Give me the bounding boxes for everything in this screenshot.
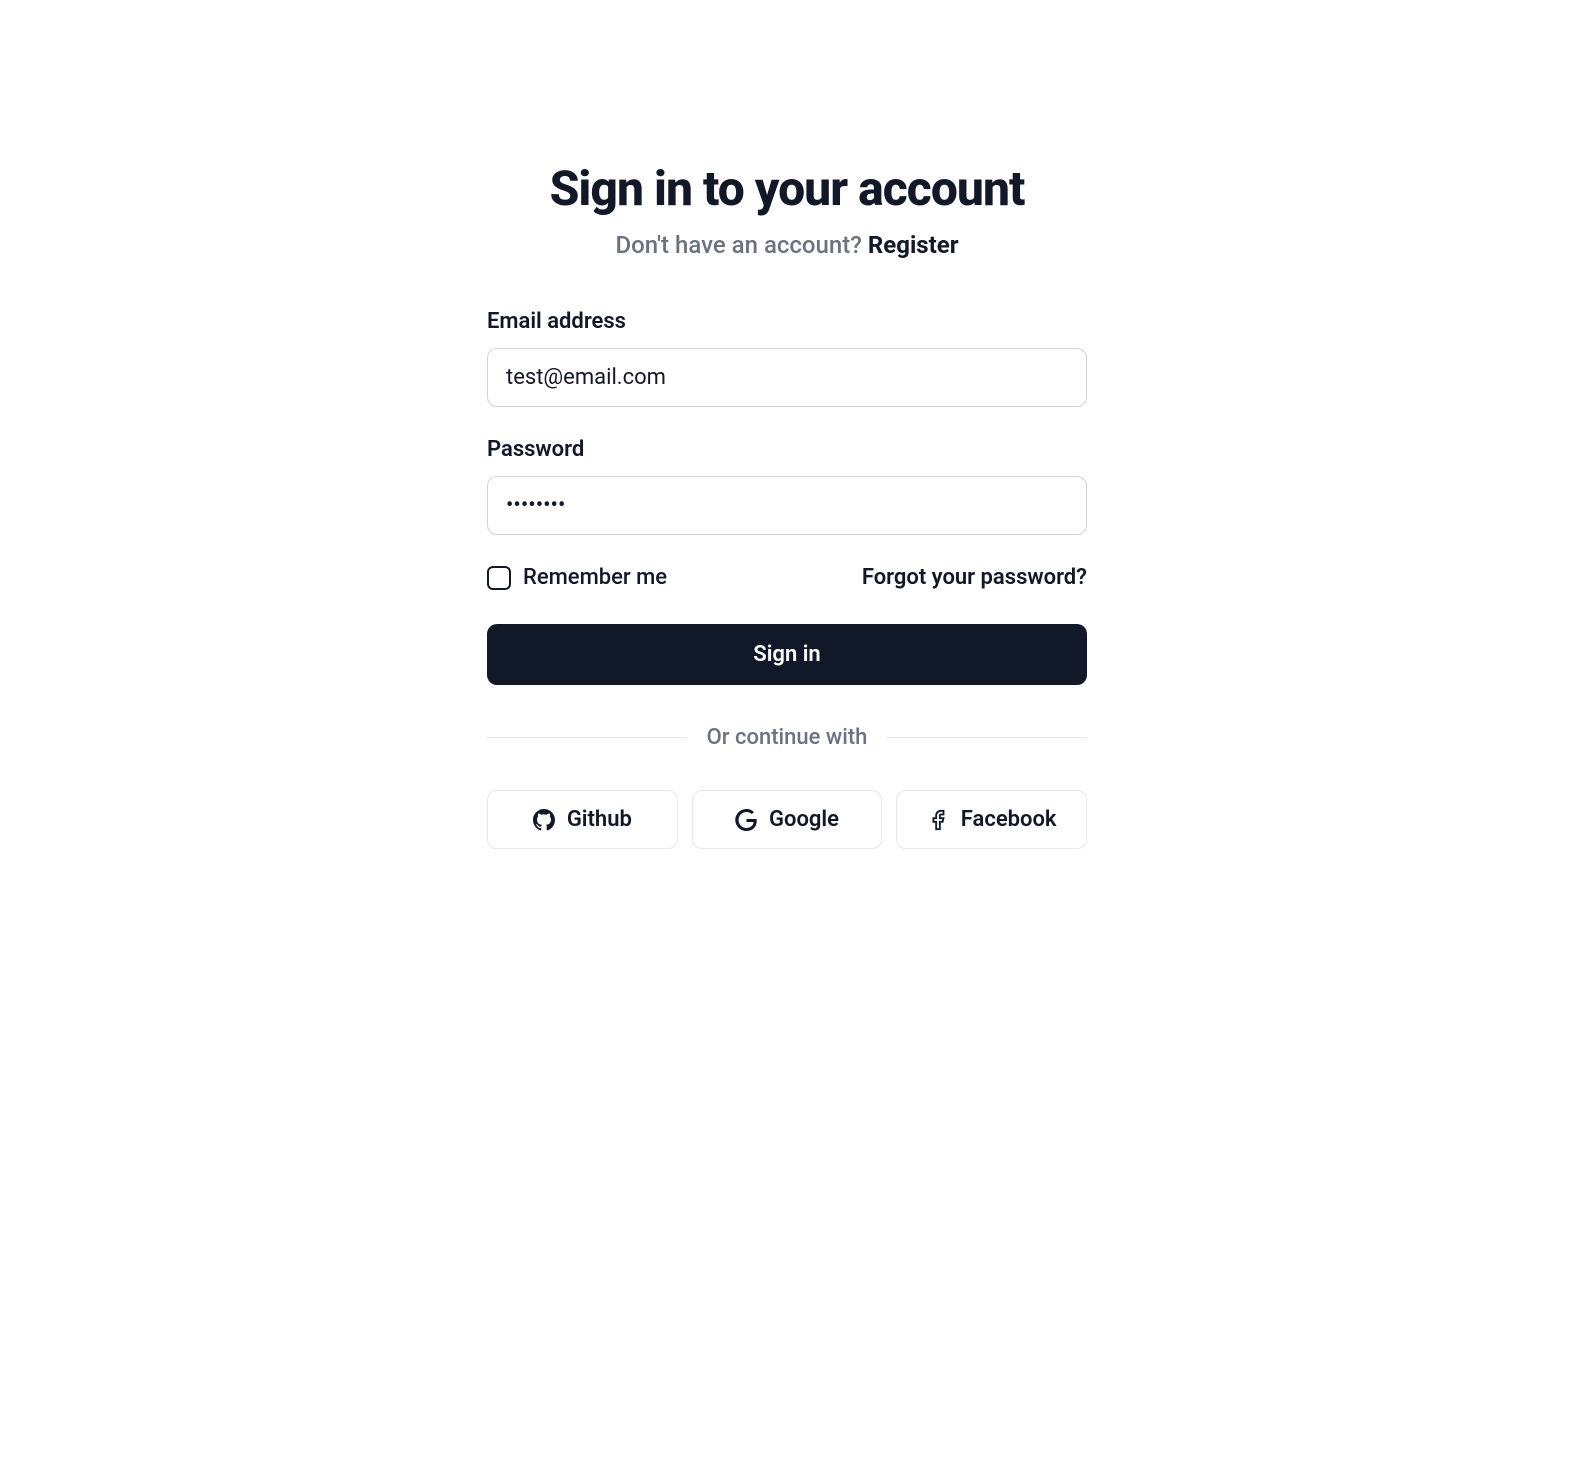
social-buttons: Github Google Facebook <box>487 790 1087 849</box>
register-link[interactable]: Register <box>868 231 959 259</box>
github-button[interactable]: Github <box>487 790 678 849</box>
divider-text: Or continue with <box>707 725 868 750</box>
email-input[interactable] <box>487 348 1087 407</box>
forgot-password-link[interactable]: Forgot your password? <box>862 565 1087 590</box>
password-input[interactable] <box>487 476 1087 535</box>
remember-checkbox[interactable] <box>487 566 511 590</box>
subtitle-text: Don't have an account? <box>616 231 868 259</box>
options-row: Remember me Forgot your password? <box>487 565 1087 590</box>
facebook-button[interactable]: Facebook <box>896 790 1087 849</box>
facebook-label: Facebook <box>961 807 1057 832</box>
signin-button[interactable]: Sign in <box>487 624 1087 685</box>
email-label: Email address <box>487 309 1087 334</box>
password-group: Password <box>487 437 1087 535</box>
google-label: Google <box>769 807 839 832</box>
subtitle: Don't have an account? Register <box>487 231 1087 259</box>
signin-container: Sign in to your account Don't have an ac… <box>467 0 1107 849</box>
google-icon <box>735 809 757 831</box>
divider-line-right <box>887 737 1087 738</box>
divider-line-left <box>487 737 687 738</box>
divider: Or continue with <box>487 725 1087 750</box>
remember-label: Remember me <box>523 565 667 590</box>
github-label: Github <box>567 807 632 832</box>
facebook-icon <box>927 809 949 831</box>
google-button[interactable]: Google <box>692 790 883 849</box>
header: Sign in to your account Don't have an ac… <box>487 160 1087 259</box>
remember-me: Remember me <box>487 565 667 590</box>
page-title: Sign in to your account <box>487 160 1087 217</box>
password-label: Password <box>487 437 1087 462</box>
github-icon <box>533 809 555 831</box>
email-group: Email address <box>487 309 1087 407</box>
